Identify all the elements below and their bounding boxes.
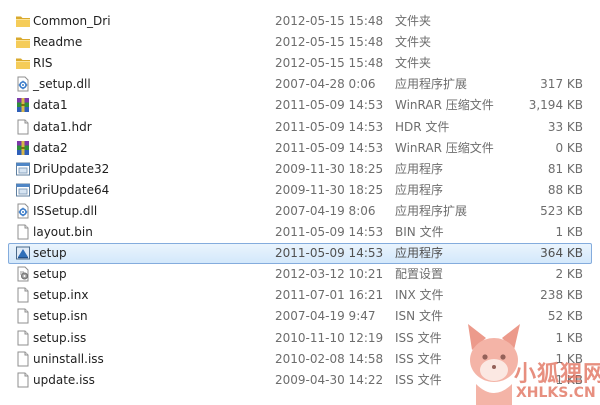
file-icon [15,119,31,136]
file-date-modified: 2009-04-30 14:22 [275,372,384,387]
file-name: update.iss [33,372,95,387]
file-date-modified: 2011-05-09 14:53 [275,119,384,134]
dll-icon [15,76,31,93]
folder-icon [15,55,31,72]
file-name: uninstall.iss [33,351,104,366]
file-type: 应用程序 [395,161,444,176]
file-size: 364 KB [540,246,583,261]
file-size: 0 KB [555,140,583,155]
file-name: setup.isn [33,309,88,324]
file-type: 文件夹 [395,14,432,28]
file-type: WinRAR 压缩文件 [395,98,494,113]
file-row[interactable]: setup 2012-03-12 10:21 配置设置 2 KB [8,264,592,285]
file-date-modified: 2007-04-28 0:06 [275,77,376,92]
exe-icon [15,182,31,199]
file-row[interactable]: data1 2011-05-09 14:53 WinRAR 压缩文件 3,194 KB [8,95,592,116]
file-row[interactable]: setup.inx 2011-07-01 16:21 INX 文件 238 KB [8,285,592,306]
file-size: 317 KB [540,77,583,92]
file-date-modified: 2009-11-30 18:25 [275,161,384,176]
file-name: setup [33,246,67,261]
file-date-modified: 2012-03-12 10:21 [275,267,384,282]
file-date-modified: 2011-07-01 16:21 [275,288,384,303]
watermark: 小狐狸网 XHLKS.CN [464,310,600,405]
file-row[interactable]: DriUpdate32 2009-11-30 18:25 应用程序 81 KB [8,159,592,180]
file-type: 应用程序扩展 [395,203,468,218]
file-date-modified: 2011-05-09 14:53 [275,98,384,113]
file-date-modified: 2010-11-10 12:19 [275,330,384,345]
file-row[interactable]: Common_Dri 2012-05-15 15:48 文件夹 [8,11,592,32]
file-name: setup.iss [33,330,87,345]
file-type: HDR 文件 [395,119,450,134]
file-name: setup [33,267,67,282]
file-size [499,54,583,73]
file-type: INX 文件 [395,288,444,303]
file-size [499,33,583,52]
file-name: data2 [33,140,68,155]
file-icon [15,330,31,347]
file-row[interactable]: data2 2011-05-09 14:53 WinRAR 压缩文件 0 KB [8,138,592,159]
file-date-modified: 2011-05-09 14:53 [275,246,384,261]
folder-icon [15,13,31,30]
file-size: 2 KB [555,267,583,282]
file-name: Common_Dri [33,14,111,28]
file-type: 文件夹 [395,56,432,71]
file-row[interactable]: ISSetup.dll 2007-04-19 8:06 应用程序扩展 523 KB [8,201,592,222]
setup-exe-icon [15,245,31,262]
file-name: ISSetup.dll [33,203,98,218]
file-size: 1 KB [555,225,583,239]
file-date-modified: 2012-05-15 15:48 [275,14,384,28]
file-size: 33 KB [547,119,583,134]
file-row[interactable]: setup 2011-05-09 14:53 应用程序 364 KB [8,243,592,265]
file-size: 523 KB [540,203,583,218]
ini-icon [15,266,31,283]
file-date-modified: 2012-05-15 15:48 [275,56,384,71]
file-type: 应用程序 [395,182,444,197]
file-type: 应用程序 [395,246,444,261]
file-size: 88 KB [547,182,583,197]
file-date-modified: 2011-05-09 14:53 [275,140,384,155]
file-row[interactable]: RIS 2012-05-15 15:48 文件夹 [8,53,592,74]
exe-icon [15,161,31,178]
file-icon [15,351,31,368]
file-name: DriUpdate64 [33,182,110,197]
file-row[interactable]: _setup.dll 2007-04-28 0:06 应用程序扩展 317 KB [8,74,592,95]
dll-icon [15,203,31,220]
file-date-modified: 2007-04-19 8:06 [275,203,376,218]
file-name: layout.bin [33,225,93,239]
file-type: BIN 文件 [395,225,444,239]
file-size: 3,194 KB [528,98,583,113]
file-name: DriUpdate32 [33,161,110,176]
file-size [499,12,583,31]
file-type: 应用程序扩展 [395,77,468,92]
file-icon [15,308,31,325]
file-row[interactable]: Readme 2012-05-15 15:48 文件夹 [8,32,592,53]
folder-icon [15,34,31,51]
file-type: 文件夹 [395,35,432,50]
file-name: data1 [33,98,68,113]
file-name: Readme [33,35,83,50]
file-name: RIS [33,56,53,71]
file-date-modified: 2007-04-19 9:47 [275,309,376,324]
file-name: _setup.dll [33,77,91,92]
rar-icon [15,97,31,114]
file-icon [15,224,31,241]
file-date-modified: 2010-02-08 14:58 [275,351,384,366]
file-name: data1.hdr [33,119,92,134]
rar-icon [15,140,31,157]
file-row[interactable]: DriUpdate64 2009-11-30 18:25 应用程序 88 KB [8,180,592,201]
file-icon [15,372,31,389]
file-type: WinRAR 压缩文件 [395,140,494,155]
watermark-text: 小狐狸网 [514,362,600,387]
file-row[interactable]: layout.bin 2011-05-09 14:53 BIN 文件 1 KB [8,222,592,243]
file-icon [15,287,31,304]
file-row[interactable]: data1.hdr 2011-05-09 14:53 HDR 文件 33 KB [8,117,592,138]
watermark-url: XHLKS.CN [516,385,596,401]
file-size: 238 KB [540,288,583,303]
file-type: 配置设置 [395,267,444,282]
file-date-modified: 2011-05-09 14:53 [275,225,384,239]
file-date-modified: 2012-05-15 15:48 [275,35,384,50]
file-size: 81 KB [547,161,583,176]
file-name: setup.inx [33,288,89,303]
file-date-modified: 2009-11-30 18:25 [275,182,384,197]
